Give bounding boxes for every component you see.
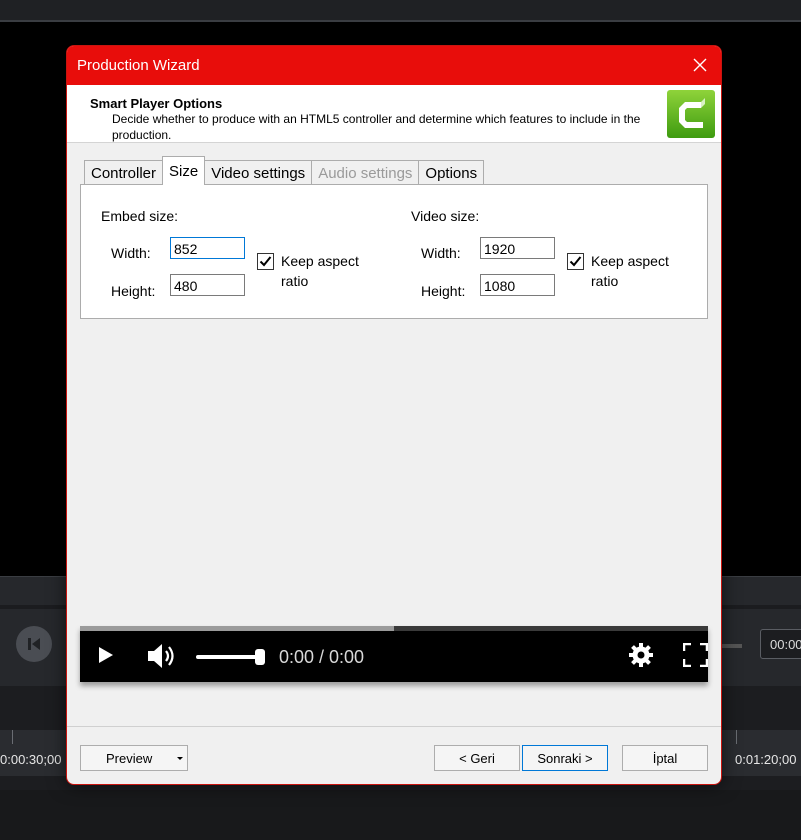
speaker-icon <box>148 644 174 668</box>
transport-time-display: 00:00 <box>760 629 801 659</box>
tab-video-settings[interactable]: Video settings <box>204 160 313 185</box>
dialog-title: Production Wizard <box>77 57 200 74</box>
volume-slider-track[interactable] <box>196 655 260 659</box>
close-icon <box>693 58 707 72</box>
footer-divider <box>67 726 721 727</box>
ruler-time-label: 0:00:30;00 <box>0 752 62 767</box>
tab-size[interactable]: Size <box>162 156 206 185</box>
video-width-input[interactable] <box>480 237 555 259</box>
dropdown-arrow-icon <box>177 757 183 760</box>
embed-keep-aspect-label[interactable]: Keep aspect ratio <box>281 251 381 291</box>
video-height-label: Height: <box>421 283 466 299</box>
gear-icon <box>629 643 653 667</box>
camtasia-logo-icon <box>667 90 715 138</box>
checkmark-icon <box>569 256 582 267</box>
ruler-tick <box>12 730 13 744</box>
ruler-tick <box>736 730 737 744</box>
camtasia-c-icon <box>679 98 705 128</box>
step-back-icon <box>28 638 40 650</box>
tab-controller[interactable]: Controller <box>84 160 164 185</box>
cancel-button[interactable]: İptal <box>622 745 708 771</box>
player-progress-bar[interactable] <box>80 626 708 631</box>
fullscreen-button[interactable] <box>682 642 709 672</box>
embed-width-input[interactable] <box>170 237 245 259</box>
embed-height-input[interactable] <box>170 274 245 296</box>
video-keep-aspect-label[interactable]: Keep aspect ratio <box>591 251 691 291</box>
smart-player-preview: 0:00 / 0:00 <box>80 626 709 682</box>
embed-height-label: Height: <box>111 283 156 299</box>
volume-button[interactable] <box>146 642 180 675</box>
wizard-header: Smart Player Options Decide whether to p… <box>67 85 721 143</box>
transport-scrub-track[interactable] <box>722 644 742 648</box>
embed-keep-aspect-checkbox[interactable] <box>257 253 274 270</box>
volume-slider-knob[interactable] <box>255 649 265 665</box>
embed-width-label: Width: <box>111 245 151 261</box>
fullscreen-icon <box>682 642 709 668</box>
dialog-titlebar: Production Wizard <box>67 46 721 85</box>
preview-dropdown-button[interactable]: Preview <box>80 745 188 771</box>
player-progress-fill <box>80 626 394 631</box>
production-wizard-dialog: Production Wizard Smart Player Options D… <box>66 45 722 785</box>
play-button[interactable] <box>98 646 114 669</box>
size-tab-panel: Embed size: Width: Height: Keep aspect r… <box>80 184 708 319</box>
checkmark-icon <box>259 256 272 267</box>
ruler-time-label: 0:01:20;00 <box>735 752 797 767</box>
preview-button-label: Preview <box>106 750 153 766</box>
video-height-input[interactable] <box>480 274 555 296</box>
play-icon <box>99 647 113 663</box>
next-button[interactable]: Sonraki > <box>522 745 608 771</box>
player-time-display: 0:00 / 0:00 <box>279 647 365 667</box>
video-keep-aspect-checkbox[interactable] <box>567 253 584 270</box>
embed-size-label: Embed size: <box>101 208 179 224</box>
header-description: Decide whether to produce with an HTML5 … <box>112 112 641 142</box>
video-size-label: Video size: <box>411 208 480 224</box>
player-settings-button[interactable] <box>628 642 654 673</box>
tab-audio-settings: Audio settings <box>311 160 420 185</box>
step-back-button[interactable] <box>16 626 52 662</box>
timeline-track[interactable] <box>0 790 801 840</box>
tab-options[interactable]: Options <box>418 160 485 185</box>
back-button[interactable]: < Geri <box>434 745 520 771</box>
editor-top-bar <box>0 0 801 22</box>
options-tabs: Controller Size Video settings Audio set… <box>84 156 485 185</box>
close-button[interactable] <box>689 54 711 76</box>
header-title: Smart Player Options <box>90 96 223 111</box>
video-width-label: Width: <box>421 245 461 261</box>
